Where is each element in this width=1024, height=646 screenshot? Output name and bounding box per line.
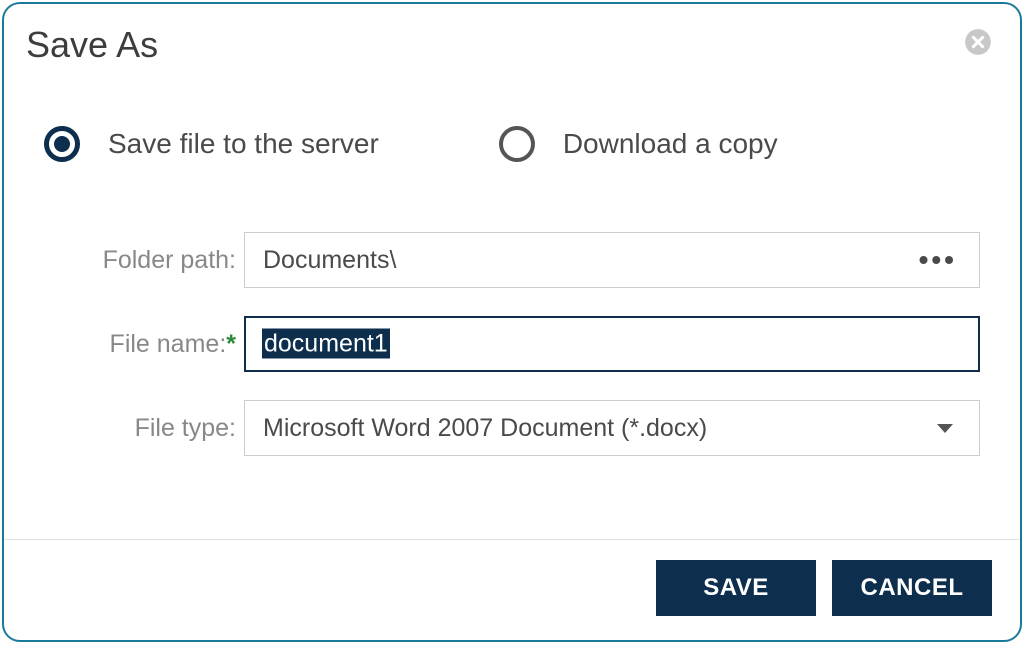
close-icon[interactable] — [964, 28, 992, 56]
filename-label: File name:* — [44, 330, 244, 359]
filetype-label: File type: — [44, 414, 244, 443]
radio-indicator-selected — [44, 126, 80, 162]
browse-ellipsis-icon[interactable]: ••• — [919, 244, 961, 276]
filename-row: File name:* document1 — [44, 316, 980, 372]
required-star-icon: * — [226, 330, 236, 358]
radio-indicator-unselected — [499, 126, 535, 162]
save-button[interactable]: SAVE — [656, 560, 816, 616]
dialog-title: Save As — [26, 24, 158, 66]
dialog-footer: SAVE CANCEL — [4, 539, 1020, 640]
folder-path-value: Documents\ — [263, 246, 396, 275]
save-mode-radios: Save file to the server Download a copy — [44, 126, 980, 162]
filetype-row: File type: Microsoft Word 2007 Document … — [44, 400, 980, 456]
radio-download-copy[interactable]: Download a copy — [499, 126, 778, 162]
save-as-dialog: Save As Save file to the server Download… — [2, 2, 1022, 642]
filetype-select[interactable]: Microsoft Word 2007 Document (*.docx) — [244, 400, 980, 456]
radio-label-save-server: Save file to the server — [108, 128, 379, 160]
folder-path-input[interactable]: Documents\ ••• — [244, 232, 980, 288]
chevron-down-icon — [937, 424, 953, 433]
radio-save-to-server[interactable]: Save file to the server — [44, 126, 379, 162]
cancel-button[interactable]: CANCEL — [832, 560, 992, 616]
folder-path-label: Folder path: — [44, 246, 244, 275]
filename-input[interactable] — [244, 316, 980, 372]
radio-label-download: Download a copy — [563, 128, 778, 160]
dialog-header: Save As — [4, 4, 1020, 66]
dialog-body: Save file to the server Download a copy … — [4, 66, 1020, 539]
filetype-value: Microsoft Word 2007 Document (*.docx) — [263, 414, 707, 443]
folder-path-row: Folder path: Documents\ ••• — [44, 232, 980, 288]
